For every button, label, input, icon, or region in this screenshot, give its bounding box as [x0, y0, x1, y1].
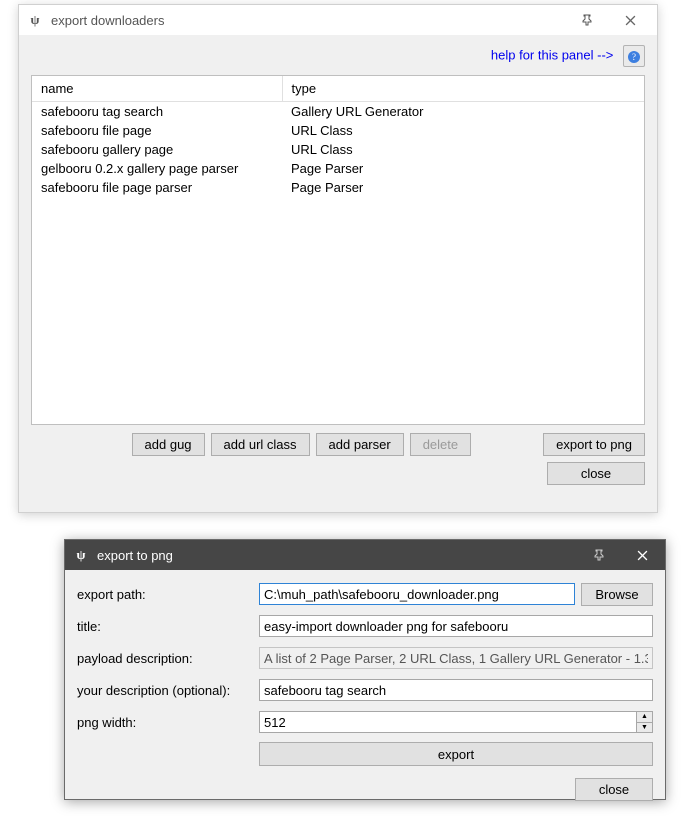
titlebar[interactable]: ψ export downloaders [19, 5, 657, 35]
table-row[interactable]: safebooru tag search Gallery URL Generat… [32, 102, 644, 122]
app-icon: ψ [73, 547, 89, 563]
payload-description [259, 647, 653, 669]
window-title: export to png [97, 548, 173, 563]
title-input[interactable] [259, 615, 653, 637]
export-downloaders-window: ψ export downloaders help for this panel… [18, 4, 658, 513]
cell-type: Page Parser [282, 159, 644, 178]
help-link[interactable]: help for this panel --> [491, 47, 613, 62]
column-header-name[interactable]: name [32, 76, 282, 102]
add-parser-button[interactable]: add parser [316, 433, 404, 456]
close-icon[interactable] [619, 541, 665, 570]
export-to-png-button[interactable]: export to png [543, 433, 645, 456]
delete-button: delete [410, 433, 471, 456]
cell-name: safebooru file page [32, 121, 282, 140]
column-header-type[interactable]: type [282, 76, 644, 102]
cell-name: safebooru file page parser [32, 178, 282, 197]
titlebar[interactable]: ψ export to png [65, 540, 665, 570]
cell-type: Gallery URL Generator [282, 102, 644, 122]
close-icon[interactable] [607, 6, 653, 35]
help-icon[interactable]: ? [623, 45, 645, 67]
cell-name: safebooru gallery page [32, 140, 282, 159]
browse-button[interactable]: Browse [581, 583, 653, 606]
png-width-spinner[interactable]: ▲ ▼ [259, 711, 653, 733]
png-width-label: png width: [77, 715, 253, 730]
spinner-down-icon[interactable]: ▼ [636, 722, 652, 733]
svg-text:?: ? [632, 52, 636, 62]
cell-name: safebooru tag search [32, 102, 282, 122]
export-path-input[interactable] [259, 583, 575, 605]
cell-type: Page Parser [282, 178, 644, 197]
export-path-label: export path: [77, 587, 253, 602]
close-button[interactable]: close [547, 462, 645, 485]
table-row[interactable]: safebooru file page URL Class [32, 121, 644, 140]
export-button[interactable]: export [259, 742, 653, 766]
add-url-class-button[interactable]: add url class [211, 433, 310, 456]
pin-icon[interactable] [579, 547, 619, 564]
window-title: export downloaders [51, 13, 164, 28]
cell-name: gelbooru 0.2.x gallery page parser [32, 159, 282, 178]
close-button[interactable]: close [575, 778, 653, 801]
payload-label: payload description: [77, 651, 253, 666]
title-label: title: [77, 619, 253, 634]
your-description-label: your description (optional): [77, 683, 253, 698]
add-gug-button[interactable]: add gug [132, 433, 205, 456]
table-row[interactable]: safebooru file page parser Page Parser [32, 178, 644, 197]
your-description-input[interactable] [259, 679, 653, 701]
spinner-up-icon[interactable]: ▲ [636, 712, 652, 722]
cell-type: URL Class [282, 140, 644, 159]
downloader-list[interactable]: name type safebooru tag search Gallery U… [31, 75, 645, 425]
app-icon: ψ [27, 12, 43, 28]
png-width-input[interactable] [260, 712, 636, 732]
table-row[interactable]: gelbooru 0.2.x gallery page parser Page … [32, 159, 644, 178]
export-to-png-window: ψ export to png export path: Browse titl… [64, 539, 666, 800]
cell-type: URL Class [282, 121, 644, 140]
table-row[interactable]: safebooru gallery page URL Class [32, 140, 644, 159]
pin-icon[interactable] [567, 12, 607, 29]
